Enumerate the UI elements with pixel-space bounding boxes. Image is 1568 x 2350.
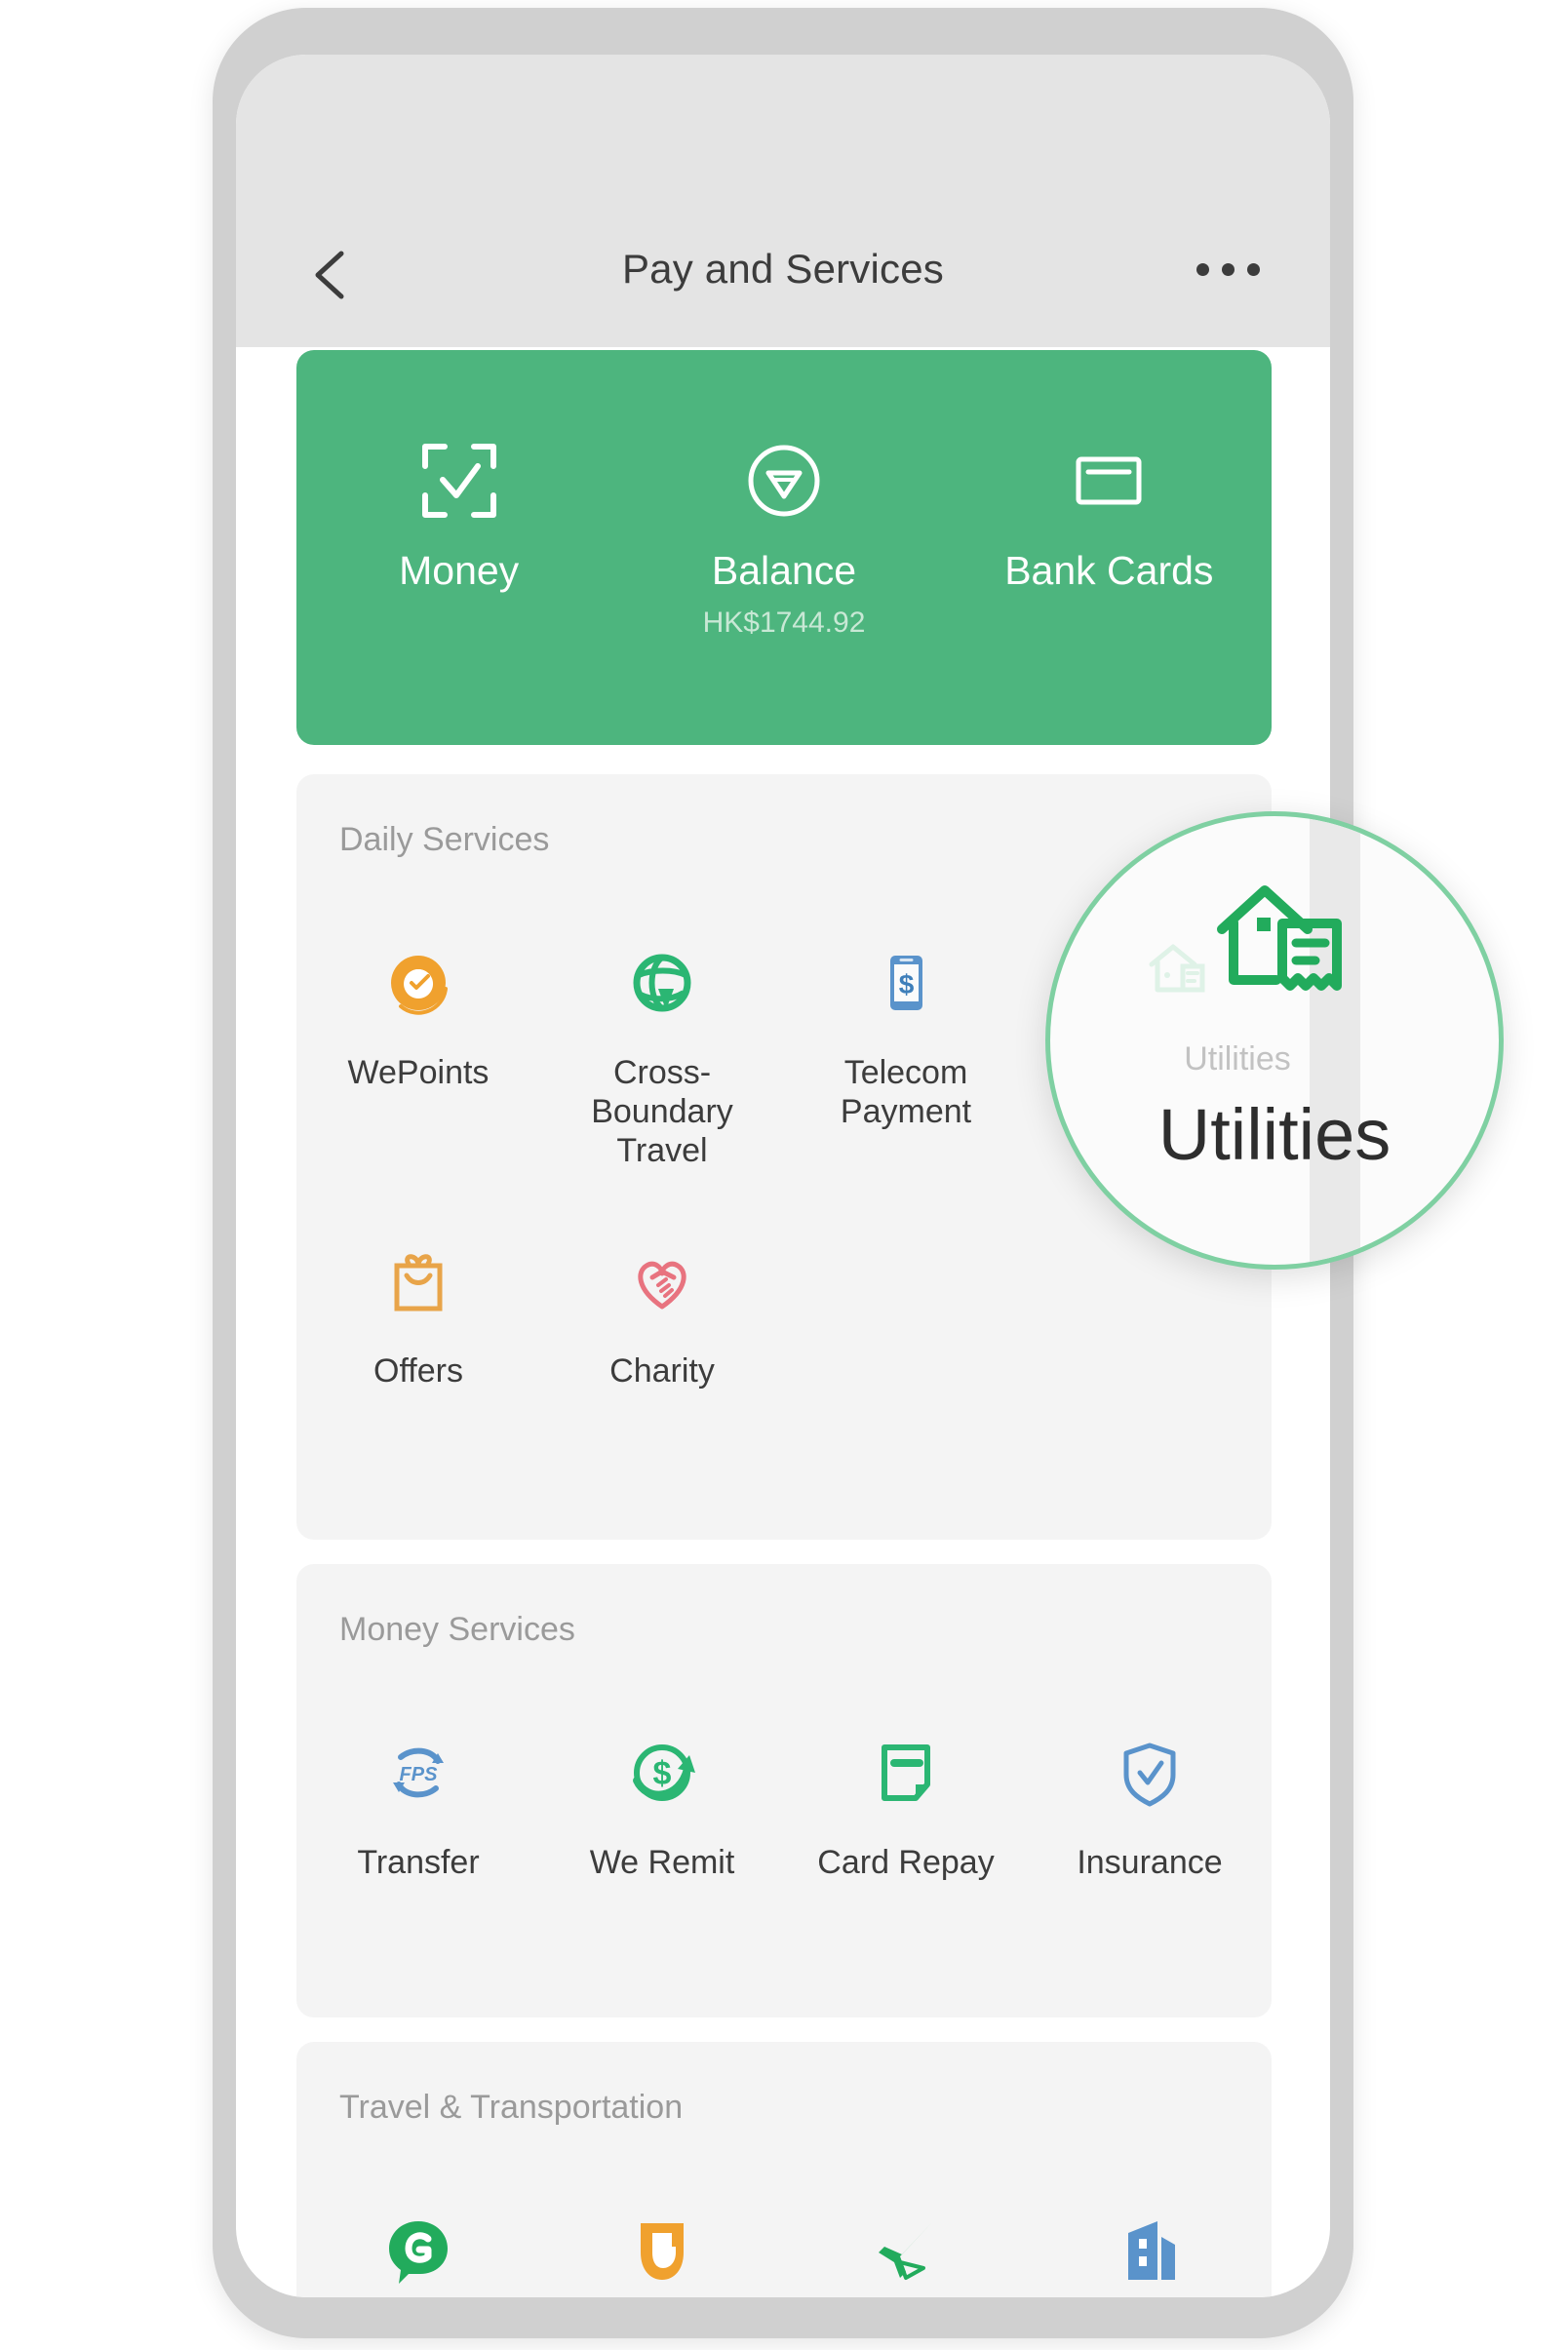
svg-text:FPS: FPS xyxy=(400,1764,439,1785)
service-item-label: Offers xyxy=(373,1352,463,1390)
insurance-shield-icon xyxy=(1105,1730,1195,1820)
service-item-label: Insurance xyxy=(1077,1844,1223,1881)
service-item-g-chat[interactable] xyxy=(296,2208,540,2297)
we-remit-icon: $ xyxy=(617,1730,707,1820)
more-options-button[interactable] xyxy=(1196,263,1260,276)
utilities-house-icon[interactable] xyxy=(1214,879,1355,1010)
wallet-hero-card: Money Balance HK$1744.92 Bank Cards xyxy=(296,350,1272,745)
balance-gem-icon xyxy=(737,434,831,528)
service-item-we-remit[interactable]: $ We Remit xyxy=(540,1730,784,1882)
service-item-label: Transfer xyxy=(357,1844,480,1881)
g-chat-icon xyxy=(373,2208,463,2297)
service-item-label: Cross- Boundary Travel xyxy=(591,1054,733,1170)
lens-source-label: Utilities xyxy=(1184,1040,1291,1077)
service-item-label: Card Repay xyxy=(817,1844,995,1881)
service-item-transfer[interactable]: FPS Transfer xyxy=(296,1730,540,1882)
money-services-grid: FPS Transfer $ We Remit Card Repay Insur… xyxy=(296,1730,1272,1882)
service-item-insurance[interactable]: Insurance xyxy=(1028,1730,1272,1882)
hero-item-balance[interactable]: Balance HK$1744.92 xyxy=(621,350,946,745)
hero-item-label: Money xyxy=(399,548,520,593)
airplane-icon xyxy=(861,2208,951,2297)
travel-services-grid xyxy=(296,2208,1272,2297)
gift-bag-icon xyxy=(373,1238,463,1328)
globe-travel-icon xyxy=(617,940,707,1030)
service-item-label: WePoints xyxy=(347,1054,490,1091)
service-item-didi[interactable] xyxy=(540,2208,784,2297)
section-title: Travel & Transportation xyxy=(339,2089,684,2126)
service-item-flights[interactable] xyxy=(784,2208,1028,2297)
more-horizontal-icon xyxy=(1222,263,1235,276)
svg-text:$: $ xyxy=(653,1755,672,1792)
section-title: Daily Services xyxy=(339,821,550,858)
more-horizontal-icon xyxy=(1196,263,1209,276)
hero-item-label: Bank Cards xyxy=(1004,548,1214,593)
service-item-offers[interactable]: Offers xyxy=(296,1238,540,1390)
buildings-icon xyxy=(1105,2208,1195,2297)
service-item-card-repay[interactable]: Card Repay xyxy=(784,1730,1028,1882)
phone-dollar-icon: $ xyxy=(861,940,951,1030)
service-item-label: We Remit xyxy=(589,1844,735,1881)
service-item-label: Charity xyxy=(609,1352,715,1390)
section-title: Money Services xyxy=(339,1611,575,1648)
scan-money-icon xyxy=(412,434,506,528)
fps-transfer-icon: FPS xyxy=(373,1730,463,1820)
service-item-label: Telecom Payment xyxy=(840,1054,972,1131)
hero-item-money[interactable]: Money xyxy=(296,350,621,745)
balance-amount: HK$1744.92 xyxy=(702,607,866,639)
bank-card-icon xyxy=(1062,434,1156,528)
navigation-bar: Pay and Services xyxy=(236,55,1330,347)
page-title: Pay and Services xyxy=(621,246,945,292)
hero-item-bank-cards[interactable]: Bank Cards xyxy=(947,350,1272,745)
service-item-wepoints[interactable]: WePoints xyxy=(296,940,540,1170)
service-item-charity[interactable]: Charity xyxy=(540,1238,784,1390)
charity-heart-icon xyxy=(617,1238,707,1328)
section-money-services: Money Services FPS Transfer $ We Remit C… xyxy=(296,1564,1272,2017)
section-travel-transportation: Travel & Transportation xyxy=(296,2042,1272,2297)
hero-item-label: Balance xyxy=(711,548,857,593)
card-repay-icon xyxy=(861,1730,951,1820)
svg-text:$: $ xyxy=(899,969,915,999)
service-item-telecom-payment[interactable]: $ Telecom Payment xyxy=(784,940,1028,1170)
wepoints-icon xyxy=(373,940,463,1030)
more-horizontal-icon xyxy=(1247,263,1260,276)
service-item-cross-boundary-travel[interactable]: Cross- Boundary Travel xyxy=(540,940,784,1170)
lens-magnified-label: Utilities xyxy=(1157,1094,1392,1175)
service-item-hotels[interactable] xyxy=(1028,2208,1272,2297)
magnifier-lens: Utilities Utilities xyxy=(1045,811,1504,1270)
didi-shield-icon xyxy=(617,2208,707,2297)
